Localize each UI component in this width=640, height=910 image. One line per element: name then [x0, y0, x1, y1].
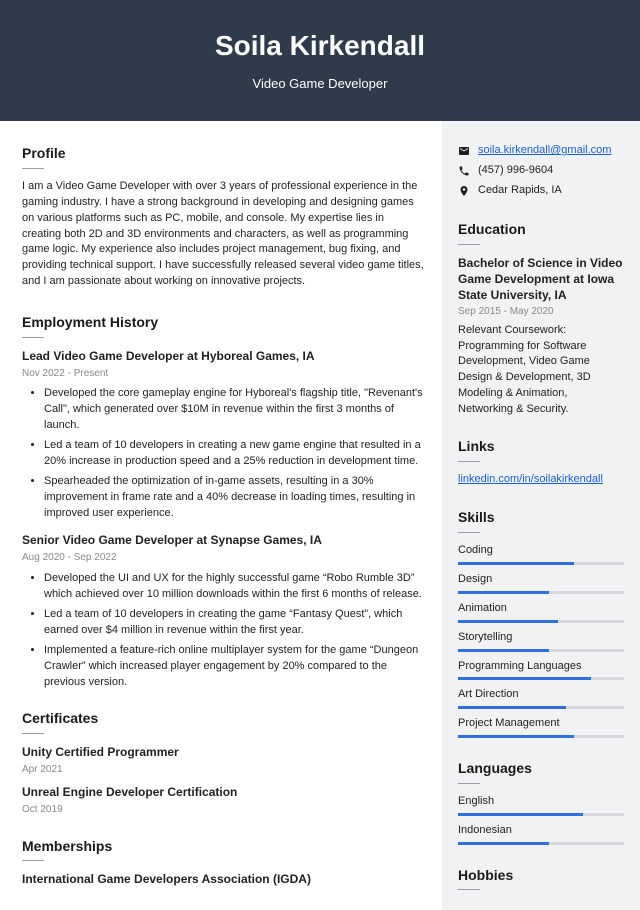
employment-heading: Employment History — [22, 312, 424, 332]
education-degree: Bachelor of Science in Video Game Develo… — [458, 255, 624, 304]
skill-bar-fill — [458, 706, 566, 709]
skill-bar — [458, 562, 624, 565]
link-item[interactable]: linkedin.com/in/soilakirkendall — [458, 473, 603, 485]
skill-name: Animation — [458, 601, 624, 617]
location-icon — [458, 185, 470, 197]
contact-email[interactable]: soila.kirkendall@gmail.com — [478, 143, 611, 159]
skill-name: Design — [458, 572, 624, 588]
memberships-heading: Memberships — [22, 836, 424, 856]
language-bar-fill — [458, 842, 549, 845]
skill-bar — [458, 591, 624, 594]
membership-title: International Game Developers Associatio… — [22, 871, 424, 888]
bullet: Spearheaded the optimization of in-game … — [44, 474, 424, 522]
rule — [22, 860, 44, 861]
language-bar — [458, 813, 624, 816]
bullet: Led a team of 10 developers in creating … — [44, 607, 424, 639]
skill-row: Coding — [458, 543, 624, 565]
education-dates: Sep 2015 - May 2020 — [458, 305, 624, 320]
profile-heading: Profile — [22, 143, 424, 163]
phone-icon — [458, 165, 470, 177]
certificate-entry: Unity Certified Programmer Apr 2021 — [22, 744, 424, 778]
skill-bar — [458, 677, 624, 680]
skill-name: Programming Languages — [458, 659, 624, 675]
rule — [458, 889, 480, 890]
certificate-date: Apr 2021 — [22, 763, 424, 778]
skill-bar — [458, 735, 624, 738]
skill-row: Storytelling — [458, 630, 624, 652]
skill-row: Project Management — [458, 716, 624, 738]
skill-bar-fill — [458, 649, 549, 652]
language-row: Indonesian — [458, 823, 624, 845]
skill-bar — [458, 706, 624, 709]
language-bar — [458, 842, 624, 845]
rule — [22, 337, 44, 338]
rule — [458, 244, 480, 245]
rule — [22, 168, 44, 169]
certificate-entry: Unreal Engine Developer Certification Oc… — [22, 784, 424, 818]
bullet: Implemented a feature-rich online multip… — [44, 643, 424, 691]
contact-location-row: Cedar Rapids, IA — [458, 183, 624, 199]
skill-name: Project Management — [458, 716, 624, 732]
language-bar-fill — [458, 813, 583, 816]
rule — [22, 733, 44, 734]
skill-bar — [458, 620, 624, 623]
skill-row: Animation — [458, 601, 624, 623]
job-entry: Lead Video Game Developer at Hyboreal Ga… — [22, 348, 424, 522]
certificates-heading: Certificates — [22, 708, 424, 728]
certificate-title: Unreal Engine Developer Certification — [22, 784, 424, 801]
rule — [458, 783, 480, 784]
job-title: Lead Video Game Developer at Hyboreal Ga… — [22, 348, 424, 365]
contact-phone-row: (457) 996-9604 — [458, 163, 624, 179]
sidebar-column: soila.kirkendall@gmail.com (457) 996-960… — [442, 121, 640, 909]
email-icon — [458, 145, 470, 157]
hobbies-heading: Hobbies — [458, 865, 624, 885]
job-dates: Aug 2020 - Sep 2022 — [22, 551, 424, 566]
certificate-date: Oct 2019 — [22, 803, 424, 818]
language-name: English — [458, 794, 624, 810]
contact-email-row: soila.kirkendall@gmail.com — [458, 143, 624, 159]
person-title: Video Game Developer — [10, 75, 630, 94]
bullet: Developed the UI and UX for the highly s… — [44, 571, 424, 603]
job-title: Senior Video Game Developer at Synapse G… — [22, 532, 424, 549]
job-bullets: Developed the core gameplay engine for H… — [22, 386, 424, 522]
bullet: Led a team of 10 developers in creating … — [44, 438, 424, 470]
skill-bar-fill — [458, 735, 574, 738]
job-dates: Nov 2022 - Present — [22, 367, 424, 382]
certificate-title: Unity Certified Programmer — [22, 744, 424, 761]
skill-bar-fill — [458, 677, 591, 680]
skill-bar-fill — [458, 620, 558, 623]
language-name: Indonesian — [458, 823, 624, 839]
languages-heading: Languages — [458, 758, 624, 778]
skill-bar — [458, 649, 624, 652]
person-name: Soila Kirkendall — [10, 26, 630, 67]
skill-bar-fill — [458, 562, 574, 565]
rule — [458, 532, 480, 533]
skill-row: Art Direction — [458, 687, 624, 709]
education-desc: Relevant Coursework: Programming for Sof… — [458, 323, 624, 419]
job-entry: Senior Video Game Developer at Synapse G… — [22, 532, 424, 690]
language-row: English — [458, 794, 624, 816]
rule — [458, 461, 480, 462]
links-heading: Links — [458, 436, 624, 456]
skill-row: Design — [458, 572, 624, 594]
skill-row: Programming Languages — [458, 659, 624, 681]
profile-text: I am a Video Game Developer with over 3 … — [22, 179, 424, 291]
job-bullets: Developed the UI and UX for the highly s… — [22, 571, 424, 691]
contact-location: Cedar Rapids, IA — [478, 183, 562, 199]
skill-bar-fill — [458, 591, 549, 594]
skills-heading: Skills — [458, 507, 624, 527]
skill-name: Art Direction — [458, 687, 624, 703]
contact-phone: (457) 996-9604 — [478, 163, 553, 179]
header-banner: Soila Kirkendall Video Game Developer — [0, 0, 640, 121]
main-column: Profile I am a Video Game Developer with… — [0, 121, 442, 909]
bullet: Developed the core gameplay engine for H… — [44, 386, 424, 434]
skill-name: Coding — [458, 543, 624, 559]
education-heading: Education — [458, 219, 624, 239]
skill-name: Storytelling — [458, 630, 624, 646]
